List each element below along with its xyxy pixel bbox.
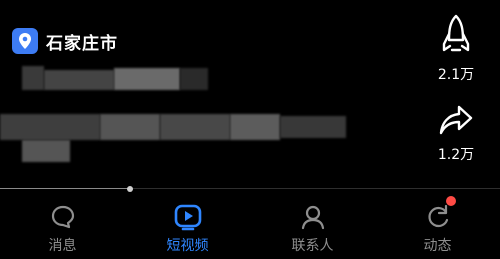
contacts-icon — [298, 202, 328, 232]
tab-contacts[interactable]: 联系人 — [250, 196, 375, 259]
tab-messages-label: 消息 — [48, 238, 77, 254]
location-chip[interactable]: 石家庄市 — [12, 26, 118, 56]
boost-action[interactable]: 2.1万 — [432, 14, 480, 84]
bottom-tab-bar: 消息 短视频 联系人 动态 — [0, 196, 500, 259]
share-arrow-icon — [439, 104, 473, 140]
boost-count: 2.1万 — [437, 67, 475, 83]
rocket-icon — [441, 14, 471, 60]
progress-fill — [0, 188, 130, 189]
notification-badge — [445, 196, 456, 206]
refresh-activity-icon — [423, 202, 453, 232]
tab-activity[interactable]: 动态 — [375, 196, 500, 259]
share-count: 1.2万 — [437, 147, 475, 163]
tab-messages[interactable]: 消息 — [0, 196, 125, 259]
message-icon — [48, 202, 78, 232]
share-action[interactable]: 1.2万 — [432, 104, 480, 164]
tab-activity-label: 动态 — [423, 238, 452, 254]
location-label: 石家庄市 — [46, 33, 118, 54]
tab-contacts-label: 联系人 — [291, 238, 334, 254]
progress-knob[interactable] — [127, 185, 133, 192]
tab-short-video[interactable]: 短视频 — [125, 196, 250, 259]
video-icon — [173, 202, 203, 232]
tab-short-video-label: 短视频 — [166, 238, 209, 254]
map-pin-icon — [12, 28, 38, 54]
